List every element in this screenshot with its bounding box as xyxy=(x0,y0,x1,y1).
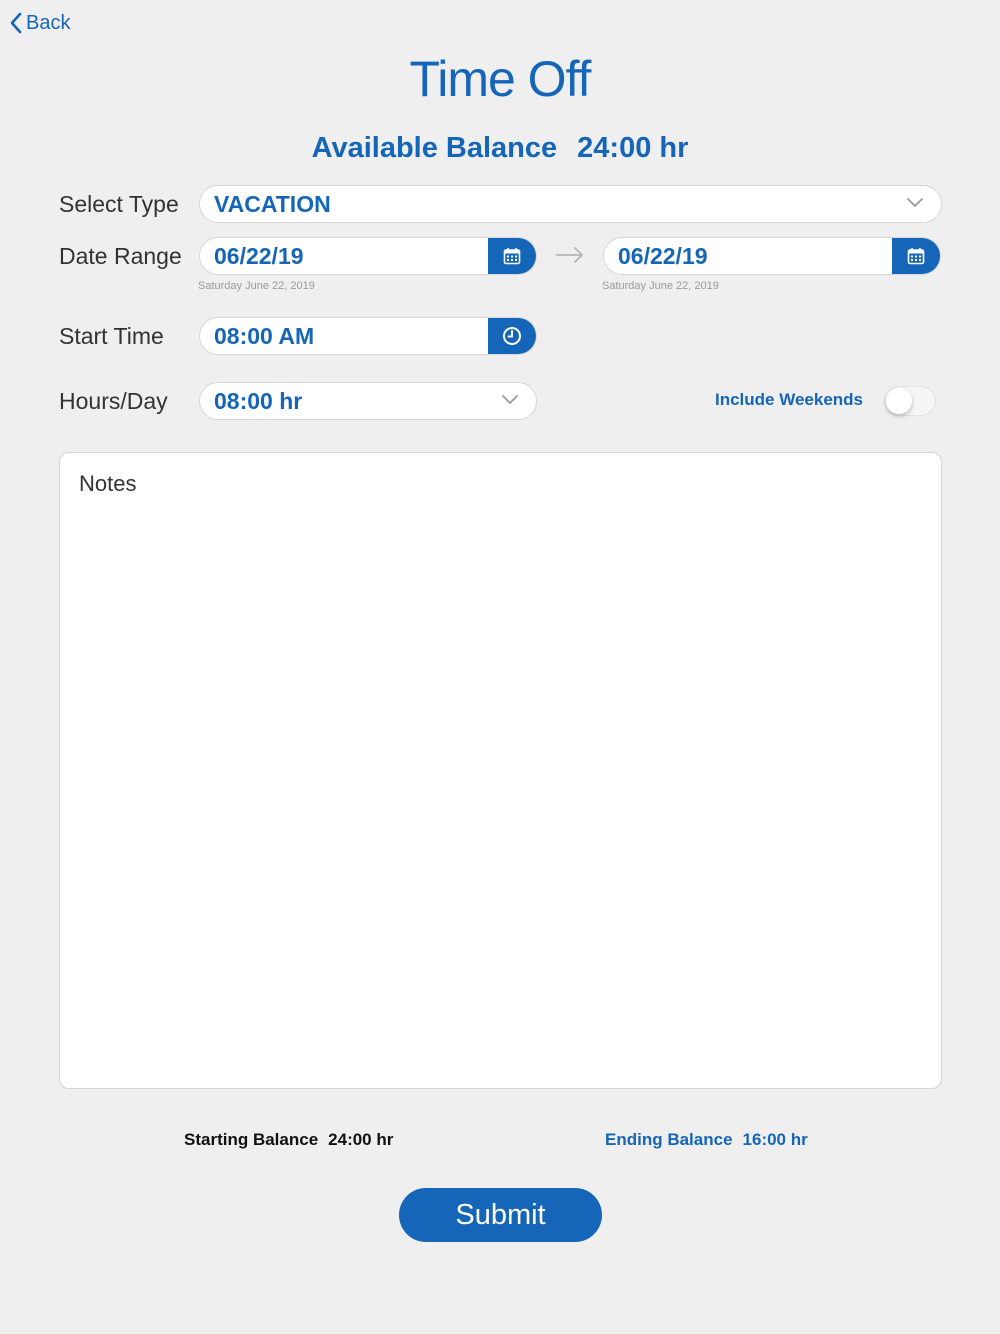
clock-icon xyxy=(503,327,521,345)
start-date-picker-button[interactable] xyxy=(488,238,536,274)
end-date-caption: Saturday June 22, 2019 xyxy=(602,280,719,292)
arrow-right-icon xyxy=(556,247,583,263)
include-weekends-label: Include Weekends xyxy=(715,390,864,409)
chevron-down-icon xyxy=(907,198,923,207)
start-date-caption: Saturday June 22, 2019 xyxy=(198,280,315,292)
select-type-label: Select Type xyxy=(59,191,179,217)
notes-placeholder: Notes xyxy=(79,471,137,496)
start-time-value: 08:00 AM xyxy=(214,323,315,349)
available-balance-label: Available Balance xyxy=(311,132,558,164)
hours-per-day-value: 08:00 hr xyxy=(214,388,303,414)
type-select[interactable]: VACATION xyxy=(199,185,942,223)
ending-balance-value: 16:00 hr xyxy=(742,1130,808,1149)
ending-balance: Ending Balance 16:00 hr xyxy=(605,1130,808,1150)
start-time-field[interactable]: 08:00 AM xyxy=(199,317,537,355)
chevron-down-icon xyxy=(502,395,518,404)
start-date-value: 06/22/19 xyxy=(214,243,304,269)
end-date-field[interactable]: 06/22/19 xyxy=(603,237,941,275)
page-title: Time Off xyxy=(409,51,592,107)
notes-textarea[interactable]: Notes xyxy=(59,452,942,1089)
submit-button[interactable]: Submit xyxy=(399,1188,602,1242)
hours-per-day-label: Hours/Day xyxy=(59,388,168,414)
hours-per-day-select[interactable]: 08:00 hr xyxy=(199,382,537,420)
end-date-picker-button[interactable] xyxy=(892,238,940,274)
toggle-knob xyxy=(886,388,912,414)
time-picker-button[interactable] xyxy=(488,318,536,354)
starting-balance: Starting Balance 24:00 hr xyxy=(184,1130,393,1150)
starting-balance-value: 24:00 hr xyxy=(328,1130,394,1149)
calendar-icon xyxy=(503,248,521,265)
date-range-label: Date Range xyxy=(59,243,182,269)
back-button[interactable]: Back xyxy=(10,8,70,38)
start-time-label: Start Time xyxy=(59,323,164,349)
calendar-icon xyxy=(907,248,925,265)
include-weekends-toggle[interactable] xyxy=(884,386,936,416)
back-label: Back xyxy=(26,11,71,34)
available-balance: Available Balance 24:00 hr xyxy=(0,132,1000,165)
starting-balance-label: Starting Balance xyxy=(184,1130,319,1149)
start-date-field[interactable]: 06/22/19 xyxy=(199,237,537,275)
type-select-value: VACATION xyxy=(214,191,331,217)
ending-balance-label: Ending Balance xyxy=(605,1130,733,1149)
end-date-value: 06/22/19 xyxy=(618,243,708,269)
chevron-left-icon xyxy=(10,12,22,34)
available-balance-value: 24:00 hr xyxy=(577,132,689,164)
